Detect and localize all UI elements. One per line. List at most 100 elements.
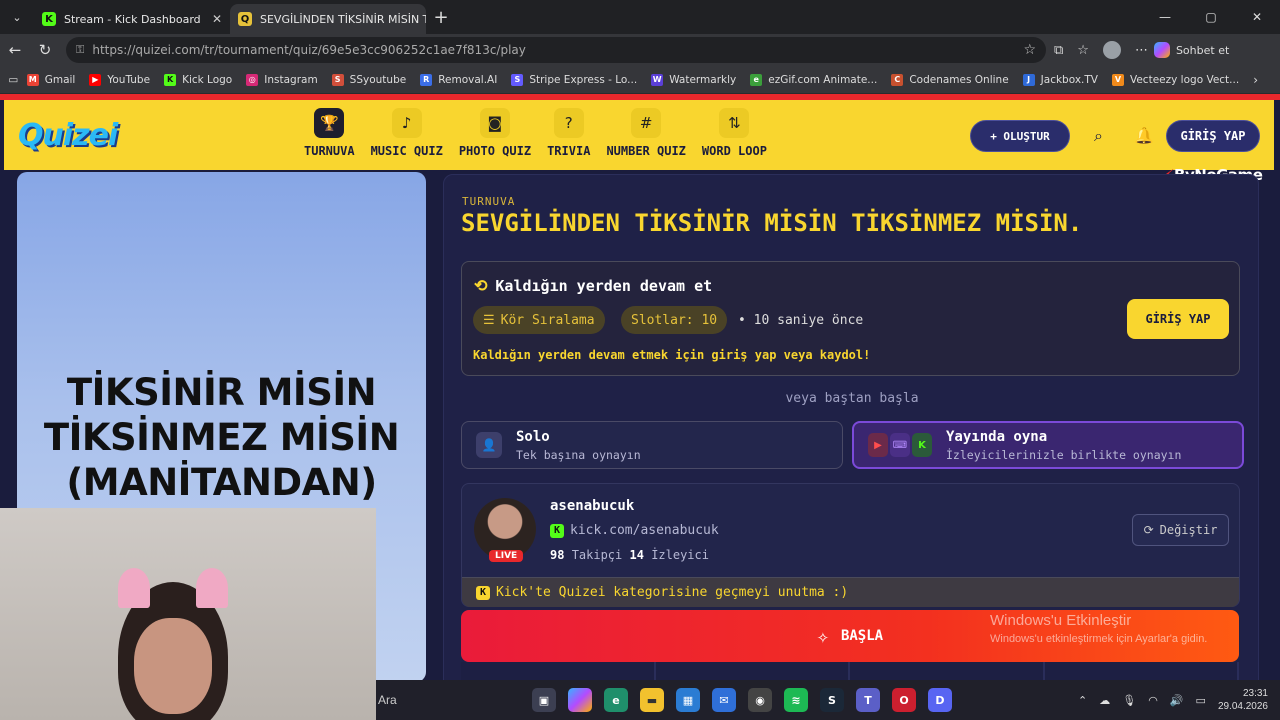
- bookmark-item[interactable]: C Codenames Online: [891, 73, 1009, 86]
- steam-icon[interactable]: S: [820, 688, 844, 712]
- streamer-link[interactable]: K kick.com/asenabucuk: [550, 523, 719, 538]
- address-bar-row: ← ↻ ⚿ https://quizei.com/tr/tournament/q…: [0, 34, 1280, 66]
- change-streamer-button[interactable]: ⟳ Değiştir: [1132, 514, 1229, 546]
- url-field[interactable]: ⚿ https://quizei.com/tr/tournament/quiz/…: [66, 37, 1046, 63]
- reload-icon[interactable]: ↻: [30, 41, 60, 59]
- url-text: https://quizei.com/tr/tournament/quiz/69…: [92, 43, 526, 57]
- solo-sub: Tek başına oynayın: [516, 447, 641, 462]
- bookmark-item[interactable]: M Gmail: [26, 73, 75, 86]
- trophy-icon: 🏆: [314, 108, 345, 138]
- site-info-icon[interactable]: ⚿: [76, 43, 84, 57]
- create-button[interactable]: + OLUŞTUR: [970, 120, 1070, 152]
- teams-icon[interactable]: T: [856, 688, 880, 712]
- quizei-logo[interactable]: Quizei: [18, 118, 118, 153]
- new-tab-button[interactable]: +: [426, 7, 456, 28]
- ssyoutube-icon: S: [331, 73, 344, 86]
- nav-word-loop[interactable]: ⇅ WORD LOOP: [702, 108, 767, 158]
- search-icon[interactable]: ⌕: [1094, 126, 1103, 146]
- bookmark-item[interactable]: e ezGif.com Animate...: [750, 73, 878, 86]
- maximize-icon[interactable]: ▢: [1188, 10, 1234, 24]
- file-explorer-icon[interactable]: ▬: [640, 688, 664, 712]
- more-menu-icon[interactable]: ⋯: [1135, 43, 1148, 58]
- main-nav: 🏆 TURNUVA ♪ MUSIC QUIZ ◙ PHOTO QUIZ ? TR…: [304, 108, 783, 158]
- bookmark-item[interactable]: R Removal.AI: [420, 73, 498, 86]
- webcam-overlay: [0, 508, 376, 720]
- bookmark-item[interactable]: ▶ YouTube: [89, 73, 150, 86]
- discord-icon[interactable]: D: [928, 688, 952, 712]
- store-icon[interactable]: ▦: [676, 688, 700, 712]
- taskbar-search[interactable]: Ara: [376, 685, 526, 715]
- nav-music-quiz[interactable]: ♪ MUSIC QUIZ: [371, 108, 443, 158]
- copilot-icon[interactable]: [568, 688, 592, 712]
- minimize-icon[interactable]: —: [1142, 10, 1188, 24]
- bookmark-item[interactable]: J Jackbox.TV: [1022, 73, 1098, 86]
- battery-icon[interactable]: ▭: [1196, 694, 1206, 707]
- removal-ai-icon: R: [420, 73, 433, 86]
- solo-mode-option[interactable]: 👤 Solo Tek başına oynayın: [461, 421, 843, 469]
- nav-trivia[interactable]: ? TRIVIA: [547, 108, 590, 158]
- bookmark-label: ezGif.com Animate...: [768, 73, 878, 86]
- hash-icon: #: [631, 108, 662, 138]
- bookmark-item[interactable]: V Vecteezy logo Vect...: [1111, 73, 1239, 86]
- tab-list-chevron-icon[interactable]: ⌄: [0, 0, 34, 34]
- tab-quizei[interactable]: Q SEVGİLİNDEN TİKSİNİR MİSİN TİKS ✕: [230, 4, 426, 34]
- obs-icon[interactable]: ◉: [748, 688, 772, 712]
- viewers-count: 14: [629, 548, 644, 562]
- mail-icon[interactable]: ✉: [712, 688, 736, 712]
- spotify-icon[interactable]: ≋: [784, 688, 808, 712]
- system-tray: ⌃ ☁ 🎙 ◠ 🔊 ▭ 23:31 29.04.2026: [1078, 687, 1268, 713]
- bookmarks-overflow-chevron-icon[interactable]: ›: [1253, 73, 1258, 87]
- watermarkly-icon: W: [651, 73, 664, 86]
- history-icon: ⟲: [474, 276, 488, 295]
- music-note-icon: ♪: [391, 108, 422, 138]
- tab-title: Stream - Kick Dashboard: [64, 12, 201, 26]
- volume-icon[interactable]: 🔊: [1170, 694, 1184, 707]
- solo-name: Solo: [516, 428, 550, 445]
- bookmark-item[interactable]: ◎ Instagram: [246, 73, 318, 86]
- clock-time: 23:31: [1242, 688, 1268, 699]
- bookmark-item[interactable]: K Kick Logo: [164, 73, 232, 86]
- youtube-icon: ▶: [868, 433, 888, 457]
- sparkle-icon: ✧: [816, 624, 829, 648]
- profile-avatar[interactable]: [1102, 41, 1121, 59]
- resume-heading: ⟲ Kaldığın yerden devam et: [474, 276, 712, 295]
- task-view-icon[interactable]: ▣: [532, 688, 556, 712]
- nav-label: WORD LOOP: [701, 144, 767, 158]
- user-icon: 👤: [476, 432, 502, 458]
- bell-icon[interactable]: 🔔: [1134, 126, 1154, 145]
- copilot-button[interactable]: Sohbet et: [1153, 42, 1229, 58]
- kick-icon: K: [476, 585, 490, 600]
- bookmarks-toggle-icon[interactable]: ▭: [0, 74, 27, 86]
- microphone-icon[interactable]: 🎙: [1122, 694, 1136, 707]
- extensions-icon[interactable]: ⧉: [1054, 43, 1063, 58]
- bookmark-label: SSyoutube: [349, 73, 407, 86]
- bookmark-label: Removal.AI: [438, 73, 498, 86]
- start-label: BAŞLA: [840, 628, 884, 644]
- opera-icon[interactable]: O: [892, 688, 916, 712]
- tray-chevron-up-icon[interactable]: ⌃: [1078, 694, 1087, 707]
- bookmark-star-icon[interactable]: ☆: [1023, 42, 1036, 58]
- wifi-icon[interactable]: ◠: [1148, 694, 1158, 707]
- stream-mode-option[interactable]: ▶ ⌨ K Yayında oyna İzleyicilerinizle bir…: [852, 421, 1244, 469]
- window-controls: — ▢ ✕: [1142, 10, 1280, 24]
- close-tab-icon[interactable]: ✕: [204, 12, 222, 26]
- taskbar-clock[interactable]: 23:31 29.04.2026: [1218, 687, 1268, 713]
- back-icon[interactable]: ←: [0, 41, 30, 59]
- followers-label: Takipçi: [571, 548, 623, 562]
- streamer-link-text: kick.com/asenabucuk: [570, 523, 719, 538]
- nav-photo-quiz[interactable]: ◙ PHOTO QUIZ: [459, 108, 531, 158]
- favorites-icon[interactable]: ☆: [1077, 43, 1089, 58]
- nav-turnuva[interactable]: 🏆 TURNUVA: [304, 108, 355, 158]
- nav-number-quiz[interactable]: # NUMBER QUIZ: [606, 108, 686, 158]
- tab-kick-dashboard[interactable]: K Stream - Kick Dashboard ✕: [34, 4, 230, 34]
- bookmark-item[interactable]: W Watermarkly: [651, 73, 736, 86]
- live-name: Yayında oyna: [946, 428, 1048, 445]
- bookmark-item[interactable]: S SSyoutube: [331, 73, 407, 86]
- bookmark-item[interactable]: S Stripe Express - Lo...: [511, 73, 637, 86]
- onedrive-icon[interactable]: ☁: [1099, 694, 1110, 707]
- edge-icon[interactable]: e: [604, 688, 628, 712]
- close-window-icon[interactable]: ✕: [1234, 10, 1280, 24]
- kick-icon: K: [912, 433, 932, 457]
- resume-login-button[interactable]: GİRİŞ YAP: [1127, 299, 1229, 339]
- header-login-button[interactable]: GİRİŞ YAP: [1166, 120, 1260, 152]
